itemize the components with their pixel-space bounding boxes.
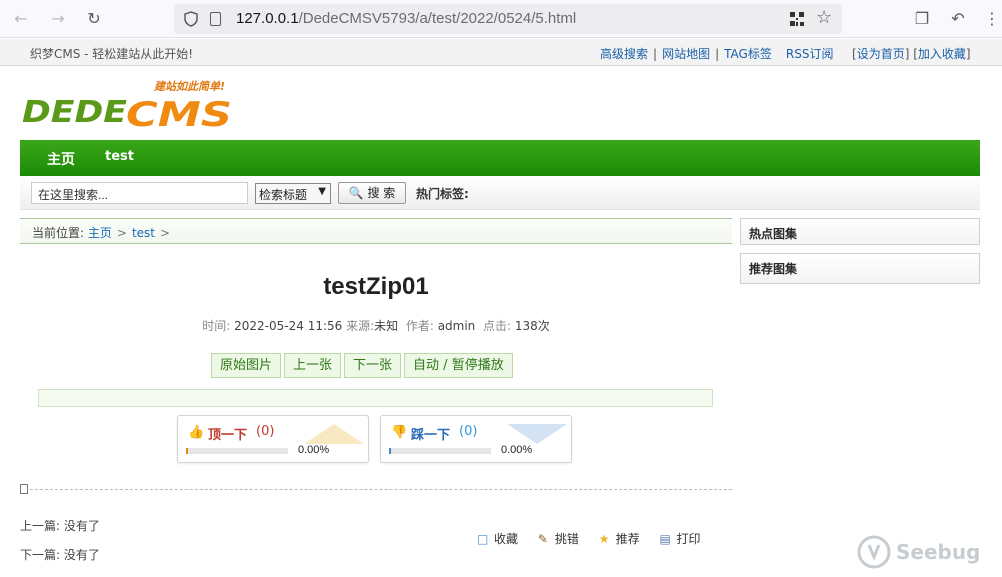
top-links: 高级搜索|网站地图|TAG标签|RSS订阅 <box>600 47 834 61</box>
dedecms-logo[interactable]: 建站如此简单! DEDE CMS <box>22 78 237 130</box>
chevron-down-icon: ▼ <box>318 186 326 197</box>
article-source: 未知 <box>374 319 399 333</box>
nav-item-home[interactable]: 主页 <box>47 149 75 169</box>
svg-text:DEDE: DEDE <box>22 95 128 130</box>
url-text[interactable]: 127.0.0.1/DedeCMSV5793/a/test/2022/0524/… <box>236 10 576 27</box>
article-actions: □ 收藏 ✎ 挑错 ★ 推荐 ▤ 打印 <box>477 530 717 547</box>
hot-gallery-box: 热点图集 <box>740 218 980 245</box>
vote-down-box[interactable]: 👎 踩一下 (0) 0.00% <box>380 415 572 463</box>
next-image-button[interactable]: 下一张 <box>344 353 402 378</box>
favorite-icon: □ <box>477 532 489 546</box>
article-clicks: 138次 <box>514 319 550 333</box>
picture-controls: 原始图片 上一张 下一张 自动 / 暂停播放 <box>211 353 516 378</box>
vote-up-label: 顶一下 <box>208 428 248 443</box>
page-icon[interactable] <box>210 12 221 26</box>
thumbs-up-icon: 👍 <box>188 425 205 440</box>
undo-icon[interactable]: ↶ <box>948 9 968 29</box>
crop-icon[interactable]: ❐ <box>912 9 932 29</box>
image-area <box>38 389 713 407</box>
next-article: 下一篇: 没有了 <box>20 548 100 562</box>
favorite-action[interactable]: □ 收藏 <box>477 530 518 547</box>
search-type-select[interactable]: 检索标题 ▼ <box>255 183 331 204</box>
main-nav: 主页 test <box>20 140 980 176</box>
prev-image-button[interactable]: 上一张 <box>284 353 342 378</box>
rss-link[interactable]: RSS订阅 <box>786 47 834 61</box>
search-input[interactable]: 在这里搜索... <box>31 182 248 204</box>
autoplay-button[interactable]: 自动 / 暂停播放 <box>404 353 513 378</box>
recommend-action[interactable]: ★ 推荐 <box>599 530 640 547</box>
search-icon: 🔍 <box>348 186 364 200</box>
vote-up-count: (0) <box>256 424 275 439</box>
star-icon: ★ <box>598 532 610 546</box>
vote-up-box[interactable]: 👍 顶一下 (0) 0.00% <box>177 415 369 463</box>
article-title: testZip01 <box>323 273 429 300</box>
browser-toolbar: ← → ↻ 127.0.0.1/DedeCMSV5793/a/test/2022… <box>0 0 1002 38</box>
pen-icon: ✎ <box>537 532 548 546</box>
sitemap-link[interactable]: 网站地图 <box>662 47 710 61</box>
report-error-action[interactable]: ✎ 挑错 <box>538 530 579 547</box>
forward-arrow-icon[interactable]: → <box>49 10 67 28</box>
shield-icon[interactable] <box>184 11 198 27</box>
site-topbar: 织梦CMS - 轻松建站从此开始! 高级搜索|网站地图|TAG标签|RSS订阅 … <box>0 39 1002 66</box>
up-arrow-decoration <box>304 424 364 444</box>
vote-down-count: (0) <box>459 424 478 439</box>
article-info: 时间: 2022-05-24 11:56 来源:未知 作者: admin 点击:… <box>202 319 550 333</box>
hot-gallery-title: 热点图集 <box>749 227 798 241</box>
back-arrow-icon[interactable]: ← <box>12 10 30 28</box>
search-button[interactable]: 🔍 搜 索 <box>338 182 406 204</box>
down-arrow-decoration <box>507 424 567 444</box>
printer-icon: ▤ <box>659 532 671 546</box>
search-bar: 在这里搜索... 检索标题 ▼ 🔍 搜 索 热门标签: <box>20 176 980 210</box>
vote-down-bar-fill <box>389 448 391 454</box>
more-icon[interactable]: ⋮ <box>982 9 1002 29</box>
nav-item-test[interactable]: test <box>105 149 134 164</box>
vote-down-label: 踩一下 <box>411 428 451 443</box>
seebug-watermark: Seebug <box>857 535 980 569</box>
search-button-label: 搜 索 <box>367 186 396 200</box>
original-image-button[interactable]: 原始图片 <box>211 353 282 378</box>
breadcrumb-home-link[interactable]: 主页 <box>88 226 112 240</box>
add-favorite-link[interactable]: 加入收藏 <box>918 47 966 61</box>
tag-link[interactable]: TAG标签 <box>724 47 772 61</box>
set-home-link[interactable]: 设为首页 <box>857 47 905 61</box>
document-icon <box>20 484 28 494</box>
article-author: admin <box>437 319 476 333</box>
logo-slogan: 建站如此简单! <box>153 80 225 93</box>
vote-down-bar <box>389 448 491 454</box>
recommended-gallery-title: 推荐图集 <box>749 262 798 276</box>
vote-up-bar-fill <box>186 448 188 454</box>
print-action[interactable]: ▤ 打印 <box>660 530 701 547</box>
breadcrumb: 当前位置: 主页 > test > <box>20 218 732 244</box>
vote-up-percent: 0.00% <box>298 444 330 456</box>
content-divider <box>20 489 732 490</box>
address-bar[interactable]: 127.0.0.1/DedeCMSV5793/a/test/2022/0524/… <box>174 4 842 34</box>
reload-icon[interactable]: ↻ <box>85 10 103 28</box>
article-time: 2022-05-24 11:56 <box>234 319 343 333</box>
welcome-text: 织梦CMS - 轻松建站从此开始! <box>30 47 194 61</box>
search-type-value: 检索标题 <box>259 188 308 202</box>
prev-article: 上一篇: 没有了 <box>20 519 100 533</box>
bookmark-star-icon[interactable]: ☆ <box>816 8 832 28</box>
hot-tags-label: 热门标签: <box>416 187 469 201</box>
vote-down-percent: 0.00% <box>501 444 533 456</box>
vote-up-bar <box>186 448 288 454</box>
top-right-links: [设为首页] [加入收藏] <box>852 47 971 61</box>
svg-text:Seebug: Seebug <box>896 540 980 564</box>
svg-text:CMS: CMS <box>126 95 232 130</box>
qr-code-icon[interactable] <box>790 12 804 26</box>
recommended-gallery-box: 推荐图集 <box>740 253 980 284</box>
breadcrumb-category-link[interactable]: test <box>132 226 155 240</box>
advanced-search-link[interactable]: 高级搜索 <box>600 47 648 61</box>
thumbs-down-icon: 👎 <box>391 425 408 440</box>
breadcrumb-label: 当前位置: <box>32 226 85 240</box>
